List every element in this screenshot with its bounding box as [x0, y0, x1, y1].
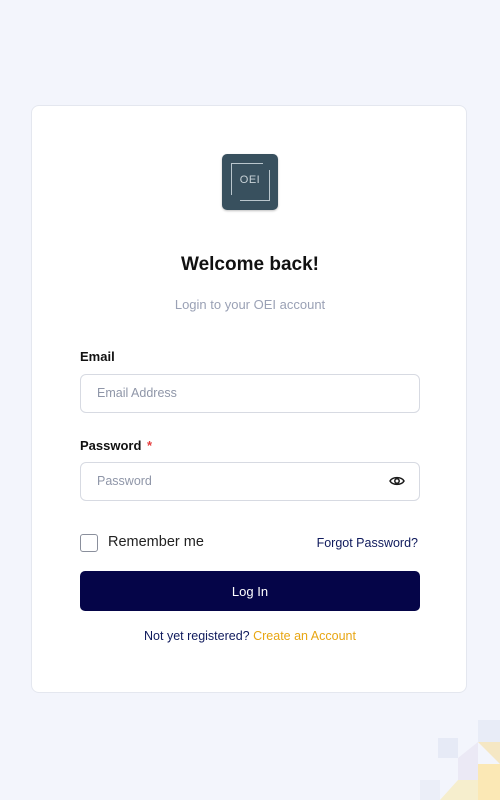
decorative-corner-pattern — [420, 720, 500, 800]
password-label-text: Password — [80, 438, 142, 453]
page-subtitle: Login to your OEI account — [174, 297, 326, 312]
password-field[interactable] — [97, 463, 377, 499]
login-button[interactable]: Log In — [80, 571, 420, 611]
login-page: OEI Welcome back! Login to your OEI acco… — [0, 0, 500, 800]
remember-me-label[interactable]: Remember me — [108, 534, 204, 550]
email-field[interactable] — [97, 375, 377, 411]
brand-logo: OEI — [222, 154, 278, 210]
password-label: Password * — [80, 438, 152, 453]
email-label: Email — [80, 349, 115, 364]
required-marker: * — [147, 438, 153, 453]
login-card: OEI Welcome back! Login to your OEI acco… — [31, 105, 467, 693]
create-account-link[interactable]: Create an Account — [253, 629, 356, 643]
register-prompt-row: Not yet registered? Create an Account — [32, 629, 468, 643]
remember-me-checkbox[interactable] — [80, 534, 98, 552]
forgot-password-link[interactable]: Forgot Password? — [317, 536, 418, 550]
password-field-wrapper — [80, 462, 420, 501]
logo-text: OEI — [239, 174, 261, 186]
register-prompt-text: Not yet registered? — [144, 629, 250, 643]
email-field-wrapper — [80, 374, 420, 413]
eye-icon[interactable] — [389, 474, 405, 488]
page-title: Welcome back! — [181, 254, 319, 275]
email-label-text: Email — [80, 349, 115, 364]
